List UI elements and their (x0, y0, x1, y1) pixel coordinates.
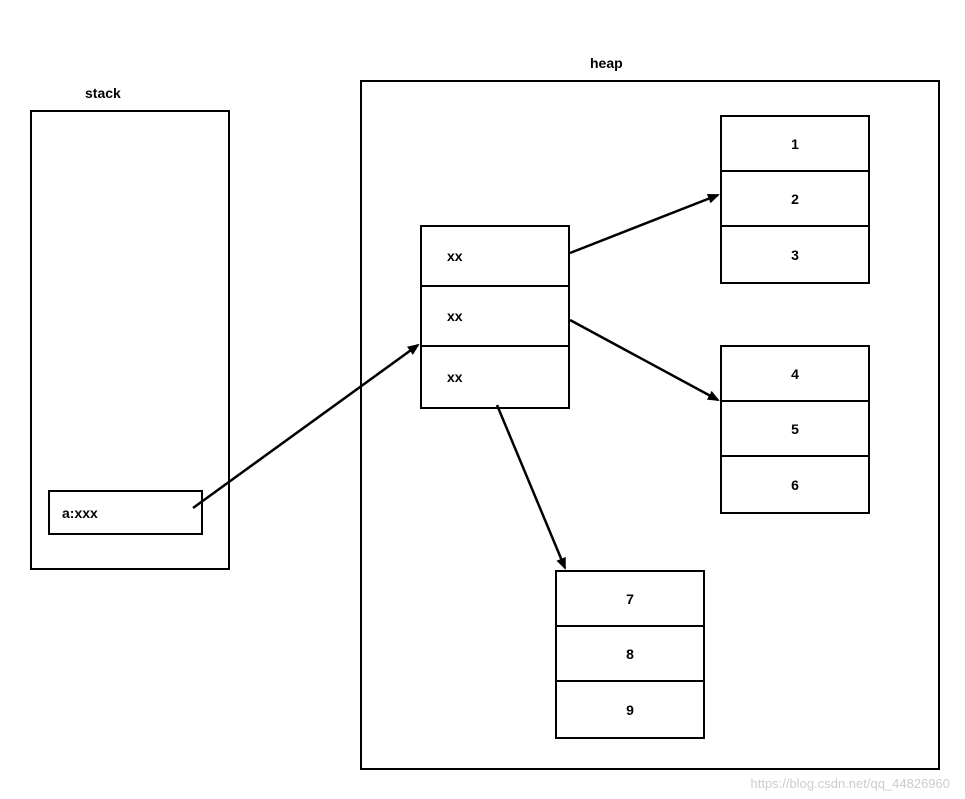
array-3-cell-0: 7 (557, 572, 703, 627)
watermark: https://blog.csdn.net/qq_44826960 (751, 776, 951, 791)
heap-title: heap (590, 55, 623, 71)
array-1: 1 2 3 (720, 115, 870, 284)
pointer-cell-0: xx (422, 227, 568, 287)
stack-variable: a:xxx (48, 490, 203, 535)
array-2: 4 5 6 (720, 345, 870, 514)
pointer-cell-2: xx (422, 347, 568, 407)
array-1-cell-1: 2 (722, 172, 868, 227)
array-3: 7 8 9 (555, 570, 705, 739)
array-1-cell-2: 3 (722, 227, 868, 282)
array-3-cell-2: 9 (557, 682, 703, 737)
pointer-array: xx xx xx (420, 225, 570, 409)
array-2-cell-0: 4 (722, 347, 868, 402)
pointer-cell-1: xx (422, 287, 568, 347)
array-1-cell-0: 1 (722, 117, 868, 172)
stack-title: stack (85, 85, 121, 101)
array-2-cell-1: 5 (722, 402, 868, 457)
array-3-cell-1: 8 (557, 627, 703, 682)
array-2-cell-2: 6 (722, 457, 868, 512)
